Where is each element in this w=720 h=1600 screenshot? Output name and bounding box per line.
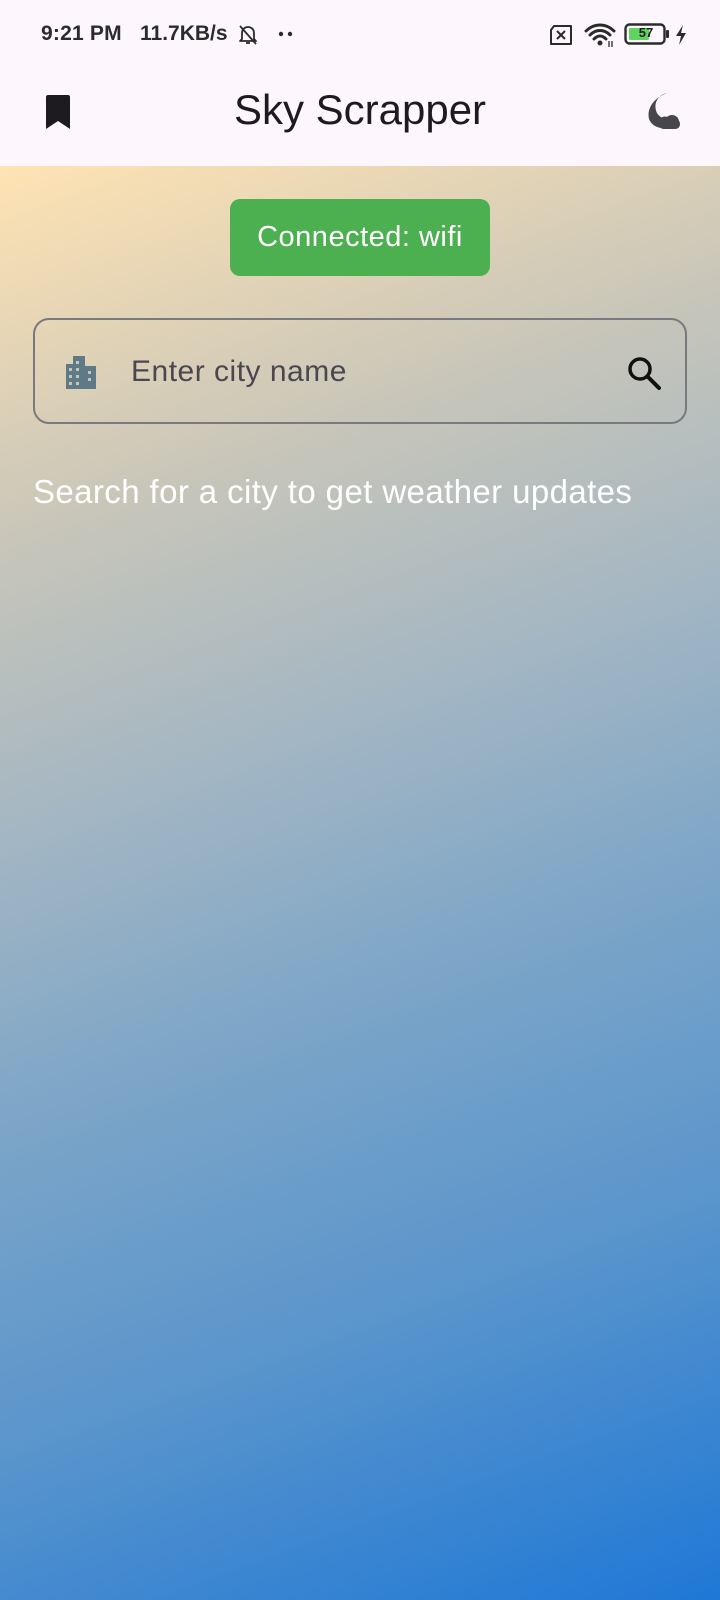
network-speed: 11.7KB/s [140,22,228,45]
theme-toggle-button[interactable] [640,86,692,138]
main-content: Connected: wifi Search for a ci [0,166,720,1600]
search-icon [628,357,661,390]
more-dots-icon [278,31,293,37]
wifi-icon [584,23,616,47]
app-title: Sky Scrapper [233,86,487,133]
battery-level: 57 [638,25,654,40]
city-search-input[interactable] [129,342,593,402]
app-bar: Sky Scrapper [0,70,720,166]
status-time: 9:21 PM [41,22,122,45]
connection-status-badge: Connected: wifi [230,199,490,276]
search-button[interactable] [617,346,671,400]
status-bar: 9:21 PM 11.7KB/s 57 [0,0,720,70]
dark-mode-icon [648,93,680,129]
sim-x-icon [550,25,572,45]
search-hint-text: Search for a city to get weather updates [33,473,633,510]
city-icon [66,356,96,389]
charging-icon [676,25,686,45]
bell-off-icon [239,25,257,45]
city-search-field[interactable] [33,318,687,424]
